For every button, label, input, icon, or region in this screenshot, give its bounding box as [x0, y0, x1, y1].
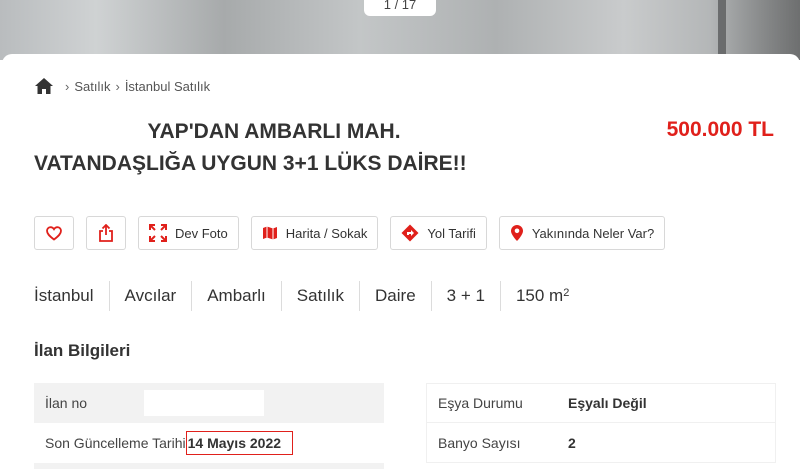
action-bar: Dev Foto Harita / Sokak Yol Tarifi Yakın…	[34, 216, 666, 250]
map-button[interactable]: Harita / Sokak	[250, 216, 379, 250]
info-row-next	[34, 463, 384, 469]
listing-photo[interactable]: 1 / 17	[0, 0, 800, 60]
tag-area-value: 150 m	[515, 286, 564, 305]
map-icon	[262, 226, 277, 240]
map-label: Harita / Sokak	[285, 225, 368, 241]
home-icon[interactable]	[34, 77, 54, 95]
photo-shadow	[710, 0, 800, 60]
breadcrumb-separator: ›	[115, 78, 120, 94]
listing-title-line-1: YAP'DAN AMBARLI MAH.	[147, 120, 401, 143]
listing-title-line-2: VATANDAŞLIĞA UYGUN 3+1 LÜKS DAİRE!!	[34, 152, 467, 175]
info-key: Banyo Sayısı	[438, 434, 521, 451]
tag-district[interactable]: Avcılar	[108, 281, 192, 311]
info-value: Eşyalı Değil	[568, 395, 647, 411]
directions-icon	[401, 224, 419, 242]
info-key: İlan no	[45, 395, 88, 411]
tag-rooms: 3 + 1	[430, 281, 500, 311]
info-key: Eşya Durumu	[438, 395, 523, 411]
info-row-listing-no: İlan no	[34, 383, 384, 423]
info-value: 2	[568, 434, 576, 451]
nearby-button[interactable]: Yakınında Neler Var?	[498, 216, 666, 250]
photo-counter: 1 / 17	[364, 0, 436, 16]
breadcrumb: › Satılık › İstanbul Satılık	[34, 76, 210, 96]
listing-price: 500.000 TL	[666, 118, 774, 141]
info-table-right: Eşya Durumu Eşyalı Değil Banyo Sayısı 2	[426, 383, 776, 463]
breadcrumb-item-satilik[interactable]: Satılık	[74, 79, 110, 94]
last-updated-value: 14 Mayıs 2022	[185, 431, 294, 455]
info-row-furnishing: Eşya Durumu Eşyalı Değil	[426, 383, 776, 423]
listing-tags: İstanbul Avcılar Ambarlı Satılık Daire 3…	[34, 281, 584, 311]
info-row-last-updated: Son Güncelleme Tarihi 14 Mayıs 2022	[34, 423, 384, 463]
location-pin-icon	[510, 225, 523, 241]
directions-label: Yol Tarifi	[427, 225, 476, 241]
info-table-left: İlan no Son Güncelleme Tarihi 14 Mayıs 2…	[34, 383, 384, 469]
listing-no-redacted	[144, 390, 265, 416]
tag-status[interactable]: Satılık	[280, 281, 359, 311]
info-row-bathrooms: Banyo Sayısı 2	[426, 423, 776, 463]
tag-area-unit: 2	[563, 287, 570, 299]
big-photo-button[interactable]: Dev Foto	[138, 216, 239, 250]
tag-area: 150 m2	[499, 281, 584, 311]
breadcrumb-item-istanbul-satilik[interactable]: İstanbul Satılık	[125, 79, 210, 94]
share-button[interactable]	[86, 216, 126, 250]
section-title: İlan Bilgileri	[34, 341, 131, 360]
breadcrumb-separator: ›	[65, 78, 70, 94]
info-key: Son Güncelleme Tarihi	[45, 435, 186, 451]
expand-icon	[149, 224, 167, 242]
tag-neighborhood[interactable]: Ambarlı	[191, 281, 281, 311]
heart-icon	[46, 225, 62, 241]
big-photo-label: Dev Foto	[175, 225, 228, 241]
tag-type[interactable]: Daire	[359, 281, 431, 311]
tag-city[interactable]: İstanbul	[34, 281, 109, 311]
nearby-label: Yakınında Neler Var?	[531, 225, 655, 241]
directions-button[interactable]: Yol Tarifi	[390, 216, 487, 250]
share-icon	[99, 224, 113, 242]
listing-title: YAP'DAN AMBARLI MAH. VATANDAŞLIĞA UYGUN …	[34, 116, 614, 180]
favorite-button[interactable]	[34, 216, 74, 250]
